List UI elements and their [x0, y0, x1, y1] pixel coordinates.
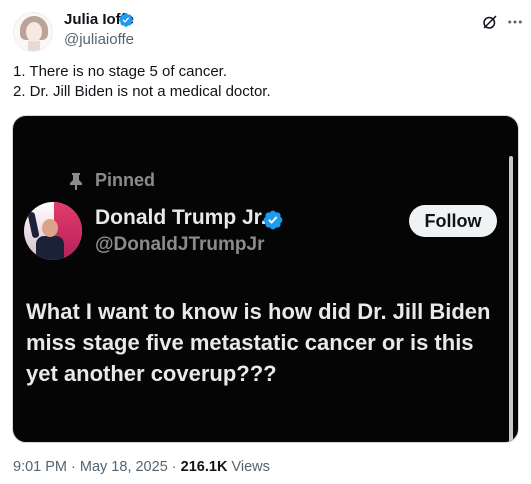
pin-icon	[70, 173, 82, 190]
views-label: Views	[227, 459, 270, 475]
avatar-suit	[36, 236, 64, 260]
tweet-text: 1. There is no stage 5 of cancer. 2. Dr.…	[13, 62, 518, 102]
tweet-line: 2. Dr. Jill Biden is not a medical docto…	[13, 83, 271, 100]
separator: ·	[67, 459, 80, 475]
tweet: Julia Ioffe @juliaioffe 1. There is no s…	[0, 0, 531, 484]
embedded-author-handle: @DonaldJTrumpJr	[95, 234, 265, 255]
verified-badge-icon	[119, 13, 133, 27]
author-handle[interactable]: @juliaioffe	[64, 31, 134, 48]
views-count[interactable]: 216.1K	[181, 459, 228, 475]
pinned-label: Pinned	[95, 170, 156, 190]
follow-button: Follow	[409, 205, 497, 237]
embedded-verified-badge-icon	[263, 210, 283, 230]
separator: ·	[167, 459, 181, 475]
embedded-post-image[interactable]: Pinned Donald Trump Jr. @DonaldJTrumpJr …	[12, 115, 519, 443]
embedded-author-name: Donald Trump Jr.	[95, 206, 267, 229]
avatar-face	[26, 22, 42, 42]
embedded-author-avatar	[24, 202, 82, 260]
grok-icon[interactable]	[481, 13, 499, 31]
embedded-post-text: What I want to know is how did Dr. Jill …	[26, 296, 511, 389]
embedded-text-line: yet another coverup???	[26, 361, 277, 386]
avatar-head	[42, 219, 58, 237]
avatar-arm	[27, 211, 40, 239]
avatar-neck	[28, 41, 40, 51]
post-date[interactable]: May 18, 2025	[80, 459, 168, 475]
author-avatar[interactable]	[13, 12, 53, 52]
embedded-text-line: What I want to know is how did Dr. Jill …	[26, 299, 491, 324]
embedded-text-line: miss stage five metastatic cancer or is …	[26, 330, 474, 355]
more-options-icon[interactable]	[506, 13, 524, 31]
tweet-line: 1. There is no stage 5 of cancer.	[13, 63, 228, 80]
tweet-metadata: 9:01 PM · May 18, 2025 · 216.1K Views	[13, 459, 270, 475]
post-time[interactable]: 9:01 PM	[13, 459, 67, 475]
